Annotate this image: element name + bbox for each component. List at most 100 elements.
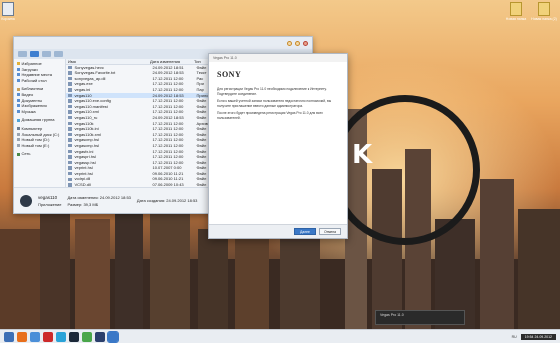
close-button[interactable] [303,40,308,46]
drive-icon [17,138,20,142]
file-icon [68,166,72,170]
network-icon [17,152,20,156]
file-icon [68,110,72,114]
nav-network[interactable]: Сеть [17,151,62,157]
file-icon [68,132,72,137]
taskbar: RU 19:54 24.09.2012 [0,329,560,343]
vegas-registration-dialog: Vegas Pro 11.0 SONY Для регистрации Vega… [208,53,348,239]
file-icon [68,177,72,182]
clock-date: 24.09.2012 [534,334,552,339]
pictures-icon [17,104,20,108]
clock-time: 19:54 [524,334,534,339]
minimize-button[interactable] [287,40,292,46]
taskbar-thumbnail-preview[interactable]: Vegas Pro 11.0 [375,310,465,325]
navigation-pane: Избранное Загрузки Недавние места Рабочи… [14,59,66,187]
drive-icon [17,144,20,148]
thumbnail-title: Vegas Pro 11.0 [380,313,404,317]
taskbar-firefox-icon[interactable] [17,331,27,342]
taskbar-photoshop-icon[interactable] [95,331,105,342]
detail-created-value: 24.09.2012 18:53 [166,198,198,203]
taskbar-skype-icon[interactable] [56,331,66,342]
file-icon [68,88,72,92]
detail-modified-label: Дата изменения: [67,194,99,200]
taskbar-vegas-icon[interactable] [107,330,119,343]
wallpaper-circle-logo [330,95,480,245]
dialog-paragraph: Для регистрации Vegas Pro 11.0 необходим… [217,87,327,96]
video-icon [17,93,20,97]
computer-icon [17,127,20,131]
dialog-message: Для регистрации Vegas Pro 11.0 необходим… [217,87,339,121]
vegas-app-icon [20,194,32,207]
file-icon [68,104,72,109]
dialog-footer: Далее Отмена [209,224,347,238]
desktop-icon-folder-2[interactable]: Новая папка (2) [528,2,560,21]
view-options-button[interactable] [42,51,51,57]
detail-modified-value: 24.09.2012 18:53 [99,194,131,200]
view-button[interactable] [30,51,39,57]
dialog-title: Vegas Pro 11.0 [209,54,347,62]
help-button[interactable] [54,51,63,57]
file-icon [68,143,72,148]
wallpaper-x-mark: K [352,140,373,170]
nav-label: Новый том (E:) [21,142,50,148]
nav-label: Музыка [21,108,36,114]
file-icon [68,71,72,75]
file-icon [68,127,72,131]
taskbar-steam-icon[interactable] [69,331,79,342]
homegroup-icon [17,118,20,122]
recent-icon [17,73,20,77]
file-icon [68,82,72,86]
desktop-icon [17,79,20,83]
file-icon [68,149,72,154]
downloads-icon [17,67,20,71]
file-icon [68,171,72,176]
detail-size-value: 39,3 МБ [83,201,99,207]
detail-size-label: Размер: [67,201,83,207]
file-icon [68,138,72,142]
file-icon [68,121,72,126]
cancel-button[interactable]: Отмена [319,228,341,235]
file-icon [68,160,72,165]
file-icon [68,115,72,120]
taskbar-explorer-icon[interactable] [4,331,14,342]
sony-logo: SONY [217,70,242,79]
desktop-icon-label: Новая папка (2) [531,17,557,21]
taskbar-opera-icon[interactable] [43,331,53,342]
recycle-bin-icon [2,2,14,16]
file-icon [68,93,72,98]
nav-label: Домашняя группа [21,117,55,123]
file-icon [68,76,72,81]
detail-created-label: Дата создания: [136,198,166,203]
file-icon [68,99,72,103]
desktop-icon-label: Корзина [1,17,15,21]
file-icon [68,155,72,159]
back-button[interactable] [18,51,27,57]
maximize-button[interactable] [295,40,300,46]
taskbar-apps [4,330,119,343]
nav-label: Сеть [21,151,31,157]
folder-icon [510,2,522,16]
desktop-icon-recycle-bin[interactable]: Корзина [0,2,24,21]
folder-icon [538,2,550,16]
documents-icon [17,98,20,102]
music-icon [17,110,20,114]
drive-icon [17,132,20,136]
taskbar-chrome-icon[interactable] [30,331,40,342]
explorer-titlebar [14,37,312,49]
desktop-icon-label: Новая папка [505,17,527,21]
next-button[interactable]: Далее [294,228,316,235]
library-icon [17,87,20,91]
taskbar-utorrent-icon[interactable] [82,331,92,342]
detail-kind: Приложение [38,201,62,207]
dialog-paragraph: После этого будет произведена регистраци… [217,111,323,120]
star-icon [17,62,20,66]
dialog-paragraph: Если к вашей учетной записи пользователя… [217,99,332,108]
clock[interactable]: 19:54 24.09.2012 [520,333,556,340]
language-indicator[interactable]: RU [512,335,517,339]
file-icon [68,65,72,70]
nav-label: Рабочий стол [21,77,47,83]
column-header-date[interactable]: Дата изменения [148,59,192,64]
detail-name: vegas110 [38,194,58,200]
system-tray: RU 19:54 24.09.2012 [512,333,556,340]
column-header-name[interactable]: Имя [66,59,148,64]
